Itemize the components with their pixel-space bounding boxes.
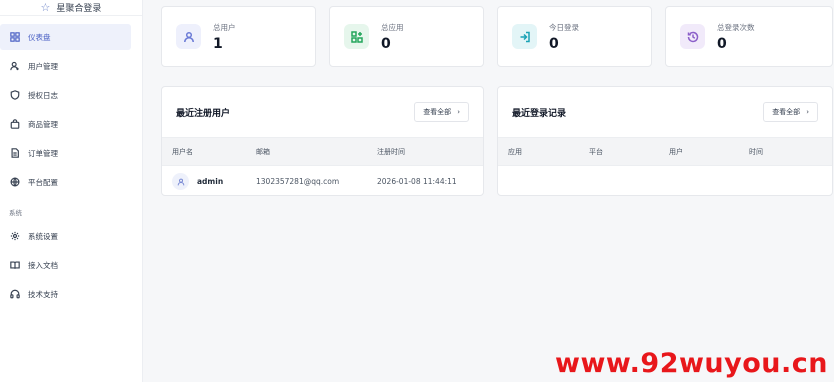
headset-icon — [9, 289, 20, 300]
sidebar: ☆ 星聚合登录 仪表盘 用户管理 授权日志 商品管理 订单管理 平台配置 系统 … — [0, 0, 143, 382]
sidebar-item-label: 订单管理 — [28, 148, 58, 158]
stat-label: 总用户 — [213, 22, 236, 32]
sidebar-item-label: 系统设置 — [28, 231, 58, 241]
sidebar-item-dashboard[interactable]: 仪表盘 — [0, 24, 131, 50]
panel-title: 最近登录记录 — [512, 108, 567, 119]
bag-icon — [9, 119, 20, 130]
sidebar-item-platform-config[interactable]: 平台配置 — [0, 169, 131, 195]
gear-icon — [9, 231, 20, 242]
brand-name: 星聚合登录 — [56, 4, 102, 14]
sidebar-item-system-settings[interactable]: 系统设置 — [0, 223, 131, 249]
sidebar-item-orders[interactable]: 订单管理 — [0, 140, 131, 166]
table-row[interactable]: admin 1302357281@qq.com 2026-01-08 11:44… — [162, 166, 483, 195]
column-header: 邮箱 — [256, 147, 270, 156]
chevron-right-icon: › — [457, 108, 460, 116]
view-all-users-button[interactable]: 查看全部 › — [414, 102, 469, 122]
table-header: 用户名 邮箱 注册时间 — [162, 137, 483, 166]
sidebar-item-auth-logs[interactable]: 授权日志 — [0, 82, 131, 108]
email: 1302357281@qq.com — [256, 177, 340, 186]
apps-icon — [344, 24, 369, 49]
login-icon — [512, 24, 537, 49]
user-icon — [176, 24, 201, 49]
stat-card-total-users: 总用户 1 — [161, 6, 316, 67]
sidebar-item-label: 接入文档 — [28, 260, 58, 270]
column-header: 注册时间 — [377, 147, 405, 156]
user-icon — [177, 178, 184, 185]
sidebar-item-users[interactable]: 用户管理 — [0, 53, 131, 79]
sidebar-item-label: 平台配置 — [28, 177, 58, 187]
stat-card-today-logins: 今日登录 0 — [497, 6, 652, 67]
column-header: 平台 — [589, 147, 603, 156]
star-logo-icon: ☆ — [40, 1, 51, 14]
column-header: 用户 — [669, 147, 683, 156]
sidebar-item-label: 仪表盘 — [28, 32, 51, 42]
view-all-label: 查看全部 — [772, 108, 801, 116]
recent-users-panel: 最近注册用户 查看全部 › 用户名 邮箱 注册时间 admin 13023572… — [161, 86, 484, 196]
username-cell: admin — [172, 173, 223, 190]
sidebar-item-docs[interactable]: 接入文档 — [0, 252, 131, 278]
column-header: 应用 — [508, 147, 522, 156]
book-icon — [9, 260, 20, 271]
document-icon — [9, 148, 20, 159]
globe-icon — [9, 177, 20, 188]
stat-label: 今日登录 — [549, 22, 579, 32]
main-content: 总用户 1 总应用 0 今日登录 0 总登录次数 0 最近注册用户 查看全部 ›… — [143, 0, 834, 382]
section-label-system: 系统 — [9, 209, 22, 217]
avatar — [172, 173, 189, 190]
watermark-text: www.92wuyou.cn — [555, 348, 828, 379]
registered-time: 2026-01-08 11:44:11 — [377, 177, 457, 186]
stat-value: 0 — [717, 35, 727, 52]
sidebar-item-label: 技术支持 — [28, 289, 58, 299]
sidebar-item-products[interactable]: 商品管理 — [0, 111, 131, 137]
dashboard-icon — [9, 32, 20, 43]
shield-icon — [9, 90, 20, 101]
stat-value: 0 — [381, 35, 391, 52]
sidebar-item-label: 用户管理 — [28, 61, 58, 71]
sidebar-item-label: 商品管理 — [28, 119, 58, 129]
brand[interactable]: ☆ 星聚合登录 — [0, 0, 142, 16]
recent-logins-panel: 最近登录记录 查看全部 › 应用 平台 用户 时间 — [497, 86, 833, 196]
chevron-right-icon: › — [806, 108, 809, 116]
stat-label: 总登录次数 — [717, 22, 755, 32]
sidebar-item-support[interactable]: 技术支持 — [0, 281, 131, 307]
history-icon — [680, 24, 705, 49]
stat-label: 总应用 — [381, 22, 404, 32]
view-all-label: 查看全部 — [423, 108, 452, 116]
view-all-logins-button[interactable]: 查看全部 › — [763, 102, 818, 122]
stat-card-total-logins: 总登录次数 0 — [665, 6, 833, 67]
column-header: 用户名 — [172, 147, 193, 156]
column-header: 时间 — [749, 147, 763, 156]
panel-title: 最近注册用户 — [176, 108, 231, 119]
sidebar-nav: 仪表盘 用户管理 授权日志 商品管理 订单管理 平台配置 系统 系统设置 接入文… — [0, 16, 142, 307]
table-header: 应用 平台 用户 时间 — [498, 137, 832, 166]
sidebar-item-label: 授权日志 — [28, 90, 58, 100]
stat-value: 1 — [213, 35, 223, 52]
username: admin — [197, 177, 224, 186]
stat-value: 0 — [549, 35, 559, 52]
user-manage-icon — [9, 61, 20, 72]
stat-card-total-apps: 总应用 0 — [329, 6, 484, 67]
